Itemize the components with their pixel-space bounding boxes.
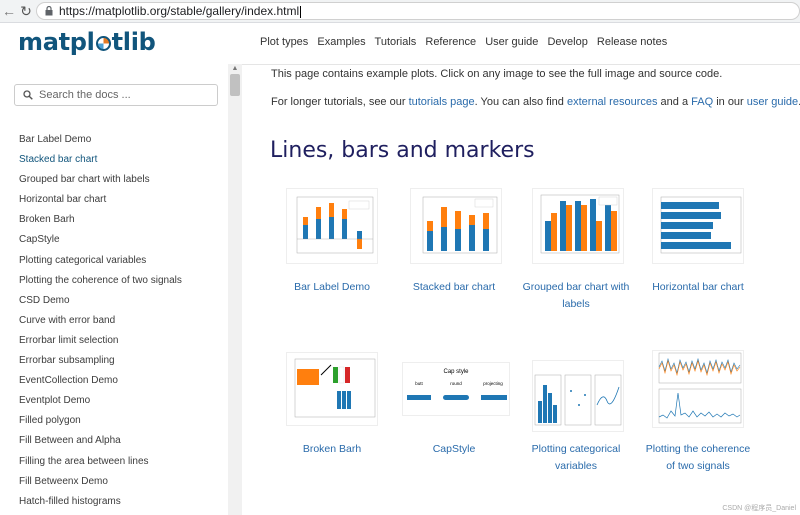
gallery-caption-categorical-variables[interactable]: Plotting categorical variables bbox=[516, 441, 636, 475]
section-title: Lines, bars and markers bbox=[270, 138, 535, 163]
categorical-variables-thumbnail[interactable] bbox=[532, 360, 624, 432]
sidebar-item-fill-betweenx[interactable]: Fill Betweenx Demo bbox=[19, 474, 224, 494]
bar-label-demo-thumbnail[interactable] bbox=[286, 188, 378, 264]
scroll-thumb[interactable] bbox=[230, 74, 240, 96]
external-resources-link[interactable]: external resources bbox=[567, 96, 658, 108]
browser-toolbar: ← ↻ https://matplotlib.org/stable/galler… bbox=[0, 0, 800, 23]
stacked-bar-chart-thumbnail[interactable] bbox=[410, 188, 502, 264]
capstyle-label-round: round bbox=[450, 381, 462, 386]
faq-link[interactable]: FAQ bbox=[691, 96, 713, 108]
grouped-bar-chart-thumbnail[interactable] bbox=[532, 188, 624, 264]
sidebar: Bar Label Demo Stacked bar chart Grouped… bbox=[0, 64, 229, 515]
sidebar-item-horizontal-bar-chart[interactable]: Horizontal bar chart bbox=[19, 192, 224, 212]
sidebar-item-capstyle[interactable]: CapStyle bbox=[19, 232, 224, 252]
sidebar-item-bar-label-demo[interactable]: Bar Label Demo bbox=[19, 132, 224, 152]
sidebar-item-eventcollection[interactable]: EventCollection Demo bbox=[19, 373, 224, 393]
sidebar-item-csd-demo[interactable]: CSD Demo bbox=[19, 293, 224, 313]
sidebar-item-filled-polygon[interactable]: Filled polygon bbox=[19, 413, 224, 433]
capstyle-label-projecting: projecting bbox=[483, 381, 503, 386]
intro-links-text: For longer tutorials, see our tutorials … bbox=[271, 96, 800, 108]
reload-icon[interactable]: ↻ bbox=[17, 2, 35, 20]
nav-tutorials[interactable]: Tutorials bbox=[375, 36, 417, 48]
top-nav: Plot types Examples Tutorials Reference … bbox=[260, 36, 673, 48]
nav-reference[interactable]: Reference bbox=[425, 36, 476, 48]
nav-user-guide[interactable]: User guide bbox=[485, 36, 538, 48]
intro-text: This page contains example plots. Click … bbox=[271, 68, 723, 80]
gallery-caption-stacked-bar-chart[interactable]: Stacked bar chart bbox=[394, 279, 514, 296]
user-guide-link[interactable]: user guide bbox=[747, 96, 798, 108]
nav-examples[interactable]: Examples bbox=[317, 36, 365, 48]
gallery-caption-capstyle[interactable]: CapStyle bbox=[394, 441, 514, 458]
tutorials-link[interactable]: tutorials page bbox=[409, 96, 475, 108]
site-header: matpl tlib Plot types Examples Tutorials … bbox=[0, 23, 800, 65]
search-icon bbox=[23, 90, 33, 100]
scroll-up-icon[interactable]: ▲ bbox=[228, 64, 242, 74]
gallery-caption-horizontal-bar-chart[interactable]: Horizontal bar chart bbox=[638, 279, 758, 296]
sidebar-item-eventplot[interactable]: Eventplot Demo bbox=[19, 393, 224, 413]
sidebar-scrollbar[interactable]: ▲ bbox=[228, 64, 242, 515]
broken-barh-thumbnail[interactable] bbox=[286, 352, 378, 426]
sidebar-item-grouped-bar-chart[interactable]: Grouped bar chart with labels bbox=[19, 172, 224, 192]
capstyle-title: Cap style bbox=[443, 369, 469, 375]
url-text[interactable]: https://matplotlib.org/stable/gallery/in… bbox=[59, 4, 302, 19]
nav-develop[interactable]: Develop bbox=[547, 36, 587, 48]
gallery-caption-grouped-bar-chart[interactable]: Grouped bar chart with labels bbox=[516, 279, 636, 313]
sidebar-item-hatch-histograms[interactable]: Hatch-filled histograms bbox=[19, 494, 224, 514]
back-icon[interactable]: ← bbox=[0, 2, 18, 20]
search-input[interactable] bbox=[39, 86, 214, 104]
sidebar-item-error-band[interactable]: Curve with error band bbox=[19, 313, 224, 333]
matplotlib-logo[interactable]: matpl tlib bbox=[18, 28, 156, 56]
gallery-caption-coherence[interactable]: Plotting the coherence of two signals bbox=[638, 441, 758, 475]
sidebar-item-errorbar-limit[interactable]: Errorbar limit selection bbox=[19, 333, 224, 353]
sidebar-item-broken-barh[interactable]: Broken Barh bbox=[19, 212, 224, 232]
sidebar-item-fill-between-alpha[interactable]: Fill Between and Alpha bbox=[19, 433, 224, 453]
watermark: CSDN @程序员_Daniel bbox=[722, 505, 796, 512]
sidebar-item-errorbar-subsampling[interactable]: Errorbar subsampling bbox=[19, 353, 224, 373]
sidebar-nav: Bar Label Demo Stacked bar chart Grouped… bbox=[19, 132, 224, 514]
nav-plot-types[interactable]: Plot types bbox=[260, 36, 308, 48]
sidebar-item-stacked-bar-chart[interactable]: Stacked bar chart bbox=[19, 152, 224, 172]
sidebar-item-categorical-variables[interactable]: Plotting categorical variables bbox=[19, 253, 224, 273]
coherence-thumbnail[interactable] bbox=[652, 350, 744, 428]
search-box[interactable] bbox=[14, 84, 218, 106]
nav-release-notes[interactable]: Release notes bbox=[597, 36, 667, 48]
address-bar[interactable]: https://matplotlib.org/stable/gallery/in… bbox=[36, 2, 800, 20]
sidebar-item-coherence[interactable]: Plotting the coherence of two signals bbox=[19, 273, 224, 293]
sidebar-item-filling-area[interactable]: Filling the area between lines bbox=[19, 454, 224, 474]
logo-mark-icon bbox=[95, 36, 111, 51]
capstyle-label-butt: butt bbox=[415, 381, 423, 386]
gallery-caption-bar-label-demo[interactable]: Bar Label Demo bbox=[272, 279, 392, 296]
main-content: This page contains example plots. Click … bbox=[242, 64, 800, 515]
horizontal-bar-chart-thumbnail[interactable] bbox=[652, 188, 744, 264]
gallery-caption-broken-barh[interactable]: Broken Barh bbox=[272, 441, 392, 458]
lock-icon bbox=[45, 6, 53, 16]
capstyle-thumbnail[interactable]: Cap style butt round projecting bbox=[402, 362, 510, 416]
